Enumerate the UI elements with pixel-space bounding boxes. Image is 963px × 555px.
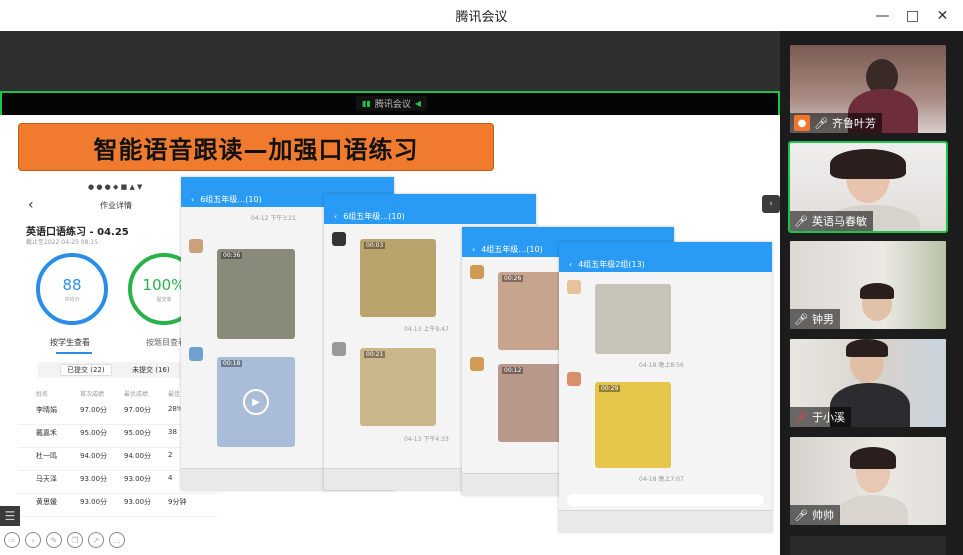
video-message: 00:03 [360, 239, 436, 317]
table-row: 黄思媛 93.00分 93.00分 9分钟 [18, 497, 218, 517]
participant-name: 英语马春敏 [811, 215, 867, 228]
tab-by-student: 按学生查看 [50, 338, 90, 347]
microphone-icon: 🎤︎ [814, 116, 828, 130]
chat-screenshot-4: ‹ 4组五年级2组(13) 04-18 晚上8:56 00:29 04-18 晚上… [559, 242, 772, 532]
chat-header: 4组五年级…(10) [481, 244, 543, 254]
share-tag[interactable]: ▮▮ 腾讯会议 ◀ [356, 96, 427, 111]
microphone-icon: 🎤︎ [794, 508, 808, 522]
menu-icon[interactable]: ☰ [0, 506, 20, 526]
window-title: 腾讯会议 [455, 10, 508, 25]
participant-tile[interactable]: 🎤︎ 于小溪 [790, 339, 946, 427]
back-icon: ‹ [472, 244, 476, 254]
video-message: 00:36 [217, 249, 295, 339]
screen-share-frame: ▮▮ 腾讯会议 ◀ 智能语音跟读—加强口语练习 ● ● ● ◆ ■ ▲ ▼ ‹ … [0, 91, 780, 555]
participant-tile[interactable]: 🎤︎ 钟男 [790, 241, 946, 329]
close-icon[interactable]: ✕ [927, 0, 958, 31]
pointer-icon[interactable]: ⇨ [4, 532, 20, 548]
signal-icon: ▮▮ [362, 99, 371, 108]
chip-submitted: 已提交 (22) [60, 364, 112, 376]
avatar [189, 347, 203, 361]
back-icon: ‹ [191, 194, 195, 204]
tab-by-question: 按题目查看 [146, 338, 186, 347]
pen-icon[interactable]: ✎ [46, 532, 62, 548]
avatar [470, 265, 484, 279]
maximize-icon[interactable]: □ [897, 0, 928, 31]
participant-tile[interactable]: 🎤︎ 帅帅 [790, 437, 946, 525]
back-icon: ‹ [334, 211, 338, 221]
minimize-icon[interactable]: — [867, 0, 898, 31]
video-message: 00:26 [498, 272, 562, 350]
homework-title: 英语口语练习 - 04.25 [26, 227, 129, 238]
homework-date: 截止至2022-04-25 08:15 [26, 239, 99, 246]
chat-header: 6组五年级…(10) [200, 194, 262, 204]
microphone-muted-icon: 🎤︎ [794, 410, 808, 424]
chat-header: 4组五年级2组(13) [578, 259, 645, 269]
participant-name: 于小溪 [811, 411, 845, 424]
title-bar: 腾讯会议 — □ ✕ [0, 0, 963, 31]
video-message: 00:12 [498, 364, 562, 442]
presentation-slide: 智能语音跟读—加强口语练习 ● ● ● ◆ ■ ▲ ▼ ‹ 作业详情 英语口语练… [0, 115, 780, 555]
participant-name: 齐鲁叶芳 [831, 117, 876, 130]
annotation-toolbar: ⇨ › ✎ ❐ ↗ … [4, 532, 125, 552]
status-bar: ● ● ● ◆ ■ ▲ ▼ [88, 183, 143, 191]
video-message: 00:18 ▶ [217, 357, 295, 447]
avatar [567, 372, 581, 386]
avatar [470, 357, 484, 371]
chip-unsubmitted: 未提交 (16) [132, 366, 170, 374]
avg-score-ring: 88 平均分 [36, 253, 108, 325]
host-icon: ● [794, 115, 810, 131]
shared-screen-area: ▮▮ 腾讯会议 ◀ 智能语音跟读—加强口语练习 ● ● ● ◆ ■ ▲ ▼ ‹ … [0, 31, 780, 555]
nav-title: 作业详情 [100, 201, 132, 210]
participant-tile[interactable]: ● 🎤︎ 齐鲁叶芳 [790, 45, 946, 133]
microphone-icon: 🎤︎ [794, 312, 808, 326]
video-message: 00:21 [360, 348, 436, 426]
more-icon[interactable]: … [109, 532, 125, 548]
slide-banner: 智能语音跟读—加强口语练习 [18, 123, 494, 171]
share-icon[interactable]: ↗ [88, 532, 104, 548]
collapse-panel-icon[interactable]: ‹ [762, 195, 780, 213]
back-icon: ‹ [28, 197, 34, 213]
avatar [567, 280, 581, 294]
video-message: 00:29 [595, 382, 671, 468]
forward-icon[interactable]: › [25, 532, 41, 548]
speaker-icon: ◀ [414, 99, 421, 108]
image-message [595, 284, 671, 354]
copy-icon[interactable]: ❐ [67, 532, 83, 548]
back-icon: ‹ [569, 259, 573, 269]
participant-name: 帅帅 [811, 509, 834, 522]
microphone-icon: 🎤︎ [794, 214, 808, 228]
participant-panel: ● 🎤︎ 齐鲁叶芳 🎤︎ 英语马春敏 🎤︎ 钟男 🎤︎ 于小溪 🎤︎ 帅帅 [780, 31, 963, 555]
participant-name: 钟男 [811, 313, 834, 326]
avatar [189, 239, 203, 253]
share-tag-label: 腾讯会议 [374, 100, 411, 110]
play-icon: ▶ [243, 389, 269, 415]
participant-tile-partial[interactable] [790, 536, 946, 555]
avatar [332, 232, 346, 246]
chat-header: 6组五年级…(10) [343, 211, 405, 221]
share-indicator-bar: ▮▮ 腾讯会议 ◀ [0, 91, 780, 117]
participant-tile[interactable]: 🎤︎ 英语马春敏 [788, 141, 948, 233]
avatar [332, 342, 346, 356]
